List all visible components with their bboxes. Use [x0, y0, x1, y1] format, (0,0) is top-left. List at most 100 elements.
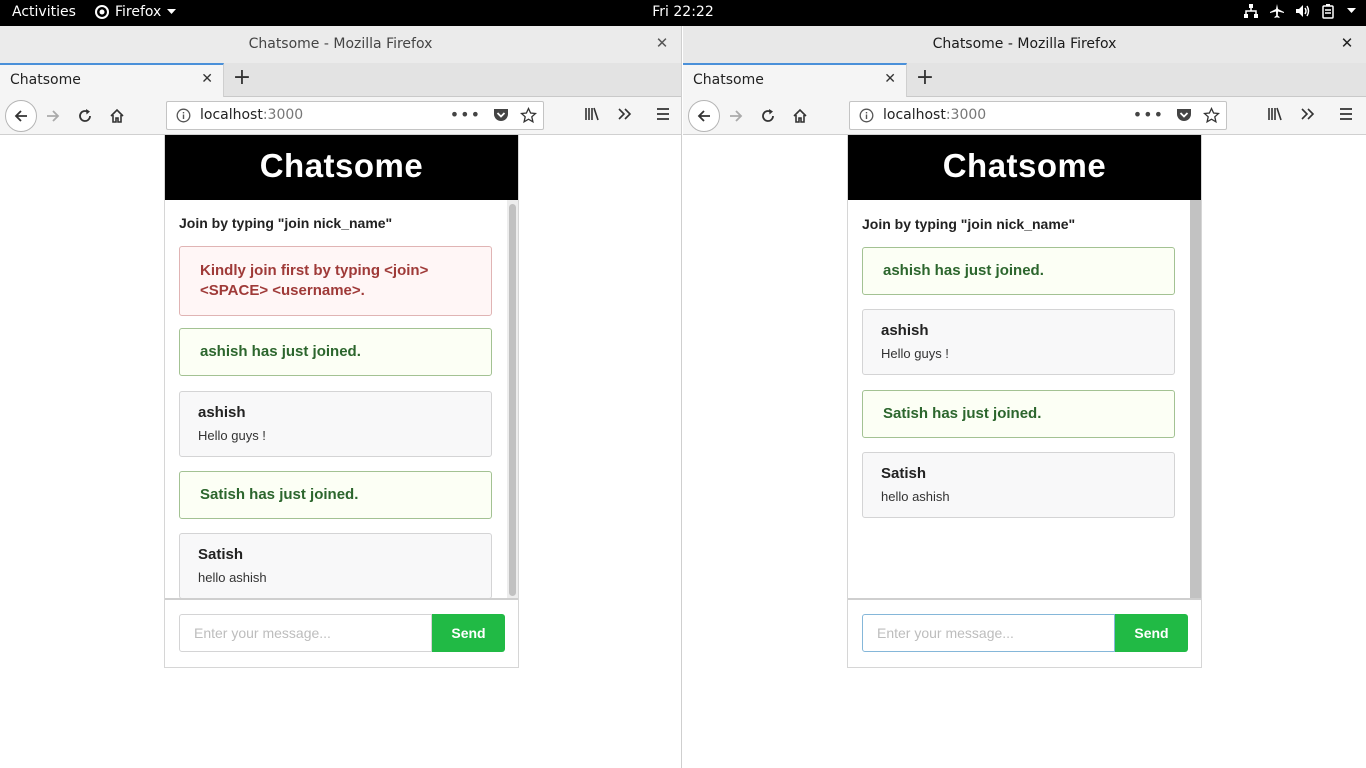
back-button[interactable]: [688, 100, 720, 132]
page-content: Chatsome Join by typing "join nick_name"…: [0, 135, 681, 768]
info-icon[interactable]: [859, 108, 874, 123]
bookmark-star-icon[interactable]: [1203, 107, 1220, 124]
forward-button[interactable]: [40, 103, 66, 129]
url-host: localhost: [200, 107, 263, 123]
url-text[interactable]: localhost:3000: [200, 107, 303, 123]
network-icon[interactable]: [1243, 3, 1259, 19]
chat-message: Satish hello ashish: [862, 452, 1175, 518]
system-tray[interactable]: [1243, 3, 1356, 19]
chat-message: Satish hello ashish: [179, 533, 492, 598]
scrollbar[interactable]: [507, 200, 518, 598]
pocket-icon[interactable]: [1176, 108, 1192, 123]
join-notice: ashish has just joined.: [179, 328, 492, 376]
window-titlebar[interactable]: Chatsome - Mozilla Firefox ✕: [0, 26, 681, 63]
send-button[interactable]: Send: [1115, 614, 1188, 652]
message-text: Hello guys !: [198, 428, 266, 443]
reload-button[interactable]: [72, 103, 98, 129]
send-button[interactable]: Send: [432, 614, 505, 652]
tab-label: Chatsome: [693, 72, 764, 88]
page-actions-button[interactable]: •••: [1133, 105, 1164, 124]
reload-icon: [762, 109, 774, 122]
reload-button[interactable]: [755, 103, 781, 129]
chat-message: ashish Hello guys !: [179, 391, 492, 457]
library-icon[interactable]: [1267, 105, 1285, 123]
system-top-bar: Activities Firefox Fri 22:22: [0, 0, 1366, 26]
message-input[interactable]: [179, 614, 432, 652]
window-title: Chatsome - Mozilla Firefox: [932, 36, 1117, 52]
address-bar[interactable]: localhost:3000 •••: [166, 101, 544, 130]
home-icon: [793, 108, 807, 123]
chevron-down-icon[interactable]: [1347, 8, 1356, 14]
new-tab-button[interactable]: +: [230, 67, 254, 91]
navigation-toolbar: localhost:3000 •••: [683, 97, 1366, 135]
message-composer: Send: [862, 614, 1188, 654]
scrollbar-thumb[interactable]: [509, 204, 516, 596]
home-icon: [110, 108, 124, 123]
arrow-left-icon: [697, 110, 710, 122]
overflow-menu-icon[interactable]: [1300, 105, 1316, 123]
battery-icon[interactable]: [1321, 3, 1337, 19]
browser-window-right: Chatsome - Mozilla Firefox ✕ Chatsome ✕ …: [683, 26, 1366, 768]
chat-header: Chatsome: [165, 135, 518, 200]
error-message: Kindly join first by typing <join> <SPAC…: [179, 246, 492, 316]
home-button[interactable]: [787, 103, 813, 129]
message-text: hello ashish: [881, 489, 950, 504]
library-icon[interactable]: [584, 105, 602, 123]
tab-chatsome[interactable]: Chatsome ✕: [683, 63, 907, 97]
scrollbar[interactable]: [1190, 200, 1201, 598]
clock[interactable]: Fri 22:22: [652, 4, 713, 20]
address-bar[interactable]: localhost:3000 •••: [849, 101, 1227, 130]
airplane-mode-icon[interactable]: [1269, 3, 1285, 19]
join-hint: Join by typing "join nick_name": [179, 215, 393, 231]
app-menu[interactable]: Firefox: [95, 4, 177, 20]
navigation-toolbar: localhost:3000 •••: [0, 97, 681, 135]
hamburger-menu-icon[interactable]: [1338, 105, 1354, 123]
forward-button[interactable]: [723, 103, 749, 129]
arrow-right-icon: [730, 110, 743, 122]
back-button[interactable]: [5, 100, 37, 132]
arrow-left-icon: [14, 110, 27, 122]
hamburger-menu-icon[interactable]: [655, 105, 671, 123]
home-button[interactable]: [104, 103, 130, 129]
tab-strip: Chatsome ✕ +: [683, 63, 1366, 97]
volume-icon[interactable]: [1295, 3, 1311, 19]
message-text: hello ashish: [198, 570, 267, 585]
activities-button[interactable]: Activities: [12, 4, 76, 20]
chat-header: Chatsome: [848, 135, 1201, 200]
chat-panel: Chatsome Join by typing "join nick_name"…: [164, 135, 519, 668]
window-close-button[interactable]: ✕: [653, 34, 671, 52]
message-list[interactable]: Join by typing "join nick_name" Kindly j…: [165, 200, 518, 600]
window-close-button[interactable]: ✕: [1338, 34, 1356, 52]
tab-label: Chatsome: [10, 72, 81, 88]
message-input[interactable]: [862, 614, 1115, 652]
url-host: localhost: [883, 107, 946, 123]
join-notice: Satish has just joined.: [862, 390, 1175, 438]
page-content: Chatsome Join by typing "join nick_name"…: [683, 135, 1366, 768]
tab-close-icon[interactable]: ✕: [201, 71, 213, 87]
url-port: :3000: [262, 107, 304, 123]
arrow-right-icon: [47, 110, 60, 122]
message-list[interactable]: Join by typing "join nick_name" ashish h…: [848, 200, 1201, 600]
browser-window-left: Chatsome - Mozilla Firefox ✕ Chatsome ✕ …: [0, 26, 682, 768]
chat-message: ashish Hello guys !: [862, 309, 1175, 375]
chat-panel: Chatsome Join by typing "join nick_name"…: [847, 135, 1202, 668]
chevron-down-icon: [167, 9, 177, 14]
bookmark-star-icon[interactable]: [520, 107, 537, 124]
tab-chatsome[interactable]: Chatsome ✕: [0, 63, 224, 97]
new-tab-button[interactable]: +: [913, 67, 937, 91]
url-text[interactable]: localhost:3000: [883, 107, 986, 123]
page-actions-button[interactable]: •••: [450, 105, 481, 124]
message-composer: Send: [179, 614, 505, 654]
overflow-menu-icon[interactable]: [617, 105, 633, 123]
info-icon[interactable]: [176, 108, 191, 123]
tab-close-icon[interactable]: ✕: [884, 71, 896, 87]
url-port: :3000: [945, 107, 987, 123]
app-menu-label: Firefox: [115, 4, 162, 20]
window-titlebar[interactable]: Chatsome - Mozilla Firefox ✕: [683, 26, 1366, 63]
tab-strip: Chatsome ✕ +: [0, 63, 681, 97]
join-hint: Join by typing "join nick_name": [862, 216, 1076, 232]
message-author: Satish: [881, 465, 927, 482]
pocket-icon[interactable]: [493, 108, 509, 123]
reload-icon: [79, 109, 91, 122]
join-notice: ashish has just joined.: [862, 247, 1175, 295]
